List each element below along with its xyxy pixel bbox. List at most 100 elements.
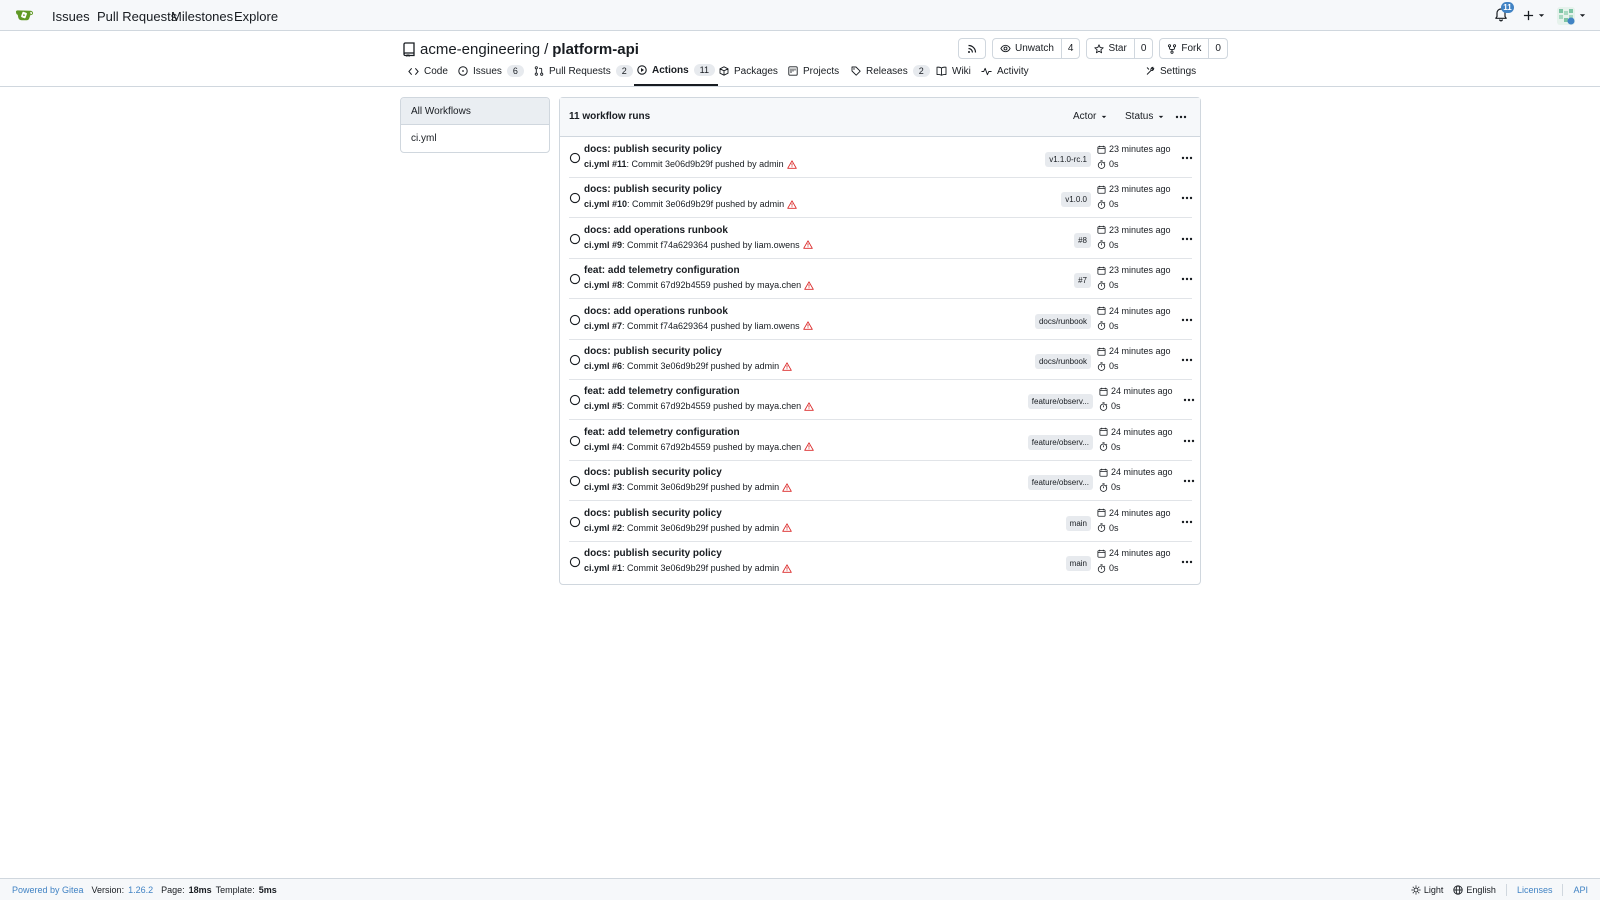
run-branch-badge[interactable]: docs/runbook (1034, 354, 1091, 369)
run-title-link[interactable]: docs: publish security policy (584, 467, 722, 478)
actor-filter-dropdown[interactable]: Actor (1073, 111, 1107, 122)
licenses-link[interactable]: Licenses (1517, 885, 1553, 895)
run-title-link[interactable]: feat: add telemetry configuration (584, 427, 740, 438)
kebab-horizontal-icon (1183, 439, 1195, 442)
package-icon (719, 66, 729, 76)
footer-right: Light English Licenses API (1411, 884, 1588, 896)
tab-wiki[interactable]: Wiki (933, 56, 974, 86)
tab-pull-requests[interactable]: Pull Requests 2 (531, 56, 636, 86)
status-waiting-icon (569, 152, 581, 164)
run-title-link[interactable]: docs: publish security policy (584, 144, 722, 155)
notifications-button[interactable]: 11 (1493, 1, 1514, 25)
theme-switcher[interactable]: Light (1411, 885, 1443, 895)
run-branch-badge[interactable]: feature/observ... (1027, 394, 1093, 410)
run-more-button[interactable] (1177, 555, 1197, 569)
run-branch-badge[interactable]: main (1065, 556, 1091, 571)
nav-explore-link[interactable]: Explore (234, 9, 278, 24)
status-filter-dropdown[interactable]: Status (1125, 111, 1164, 122)
version-label: Version: (91, 885, 125, 895)
nav-milestones-link[interactable]: Milestones (171, 9, 233, 24)
run-time-label: 23 minutes ago (1109, 144, 1171, 154)
nav-issues-link[interactable]: Issues (52, 9, 90, 24)
chevron-down-icon (1102, 115, 1107, 118)
run-more-button[interactable] (1177, 515, 1197, 529)
run-title-link[interactable]: docs: publish security policy (584, 346, 722, 357)
kebab-horizontal-icon (1183, 479, 1195, 483)
run-duration-label: 0s (1109, 159, 1119, 169)
stopwatch-icon (1097, 281, 1106, 290)
run-branch-badge[interactable]: feature/observ... (1027, 434, 1093, 450)
workflow-run-row: docs: publish security policy ci.yml #6: … (569, 340, 1193, 380)
run-title-link[interactable]: docs: add operations runbook (584, 225, 728, 236)
run-title-link[interactable]: feat: add telemetry configuration (584, 386, 740, 397)
calendar-icon (1097, 347, 1106, 356)
run-more-button[interactable] (1177, 313, 1197, 327)
tab-projects[interactable]: Projects (785, 56, 842, 86)
tab-issues[interactable]: Issues 6 (455, 56, 527, 86)
nav-pull-requests-link[interactable]: Pull Requests (97, 9, 177, 24)
tools-icon (1146, 66, 1155, 75)
run-title-link[interactable]: docs: publish security policy (584, 548, 722, 559)
run-meta: ci.yml #1: Commit 3e06d9b29f pushed by a… (584, 563, 792, 573)
run-more-button[interactable] (1177, 191, 1197, 205)
tab-actions[interactable]: Actions 11 (634, 56, 719, 86)
user-menu-button[interactable] (1557, 6, 1586, 25)
calendar-icon (1099, 468, 1108, 477)
run-time: 24 minutes ago (1099, 467, 1173, 477)
run-more-button[interactable] (1177, 272, 1197, 286)
kebab-horizontal-icon (1175, 115, 1187, 119)
run-title-link[interactable]: docs: publish security policy (584, 508, 722, 519)
run-branch-badge[interactable]: v1.1.0-rc.1 (1045, 152, 1091, 167)
run-branch-badge[interactable]: #7 (1074, 273, 1091, 289)
workflow-run-row: feat: add telemetry configuration ci.yml … (569, 380, 1195, 421)
warning-icon (804, 281, 814, 290)
language-label: English (1466, 885, 1496, 895)
run-more-button[interactable] (1177, 353, 1197, 367)
stopwatch-icon (1097, 563, 1106, 573)
tab-code[interactable]: Code (405, 56, 451, 86)
tab-activity[interactable]: Activity (978, 56, 1032, 86)
sidebar-item-all-workflows[interactable]: All Workflows (401, 98, 549, 125)
tab-packages[interactable]: Packages (716, 56, 781, 86)
run-title-link[interactable]: docs: publish security policy (584, 184, 722, 195)
run-time: 24 minutes ago (1097, 508, 1171, 518)
run-branch-badge[interactable]: docs/runbook (1034, 313, 1091, 329)
run-more-button[interactable] (1179, 474, 1199, 488)
run-more-button[interactable] (1177, 232, 1197, 246)
run-more-button[interactable] (1179, 434, 1199, 448)
run-time-label: 24 minutes ago (1109, 548, 1171, 558)
gitea-logo-icon[interactable] (15, 6, 34, 25)
warning-icon (782, 483, 792, 492)
run-duration: 0s (1099, 482, 1121, 492)
runs-more-button[interactable] (1171, 110, 1191, 124)
api-link[interactable]: API (1573, 885, 1588, 895)
run-branch-badge[interactable]: #8 (1074, 232, 1091, 248)
tab-settings[interactable]: Settings (1142, 56, 1199, 86)
run-branch-badge[interactable]: feature/observ... (1027, 475, 1093, 491)
tab-actions-count: 11 (693, 64, 716, 76)
powered-by-link[interactable]: Powered by Gitea (12, 885, 84, 895)
run-time-label: 23 minutes ago (1109, 265, 1171, 276)
run-duration-label: 0s (1111, 441, 1121, 452)
run-time: 23 minutes ago (1097, 225, 1171, 235)
tab-releases[interactable]: Releases 2 (848, 56, 933, 86)
tab-settings-label: Settings (1160, 65, 1197, 77)
unwatch-label: Unwatch (1015, 43, 1054, 54)
run-branch-badge[interactable]: main (1065, 515, 1091, 531)
stopwatch-icon (1099, 402, 1108, 411)
run-duration: 0s (1097, 321, 1119, 331)
chevron-down-icon (1538, 14, 1545, 17)
run-more-button[interactable] (1177, 151, 1197, 165)
language-switcher[interactable]: English (1453, 885, 1496, 895)
run-branch-badge[interactable]: v1.0.0 (1061, 192, 1091, 208)
run-more-button[interactable] (1179, 393, 1199, 407)
version-link[interactable]: 1.26.2 (128, 885, 153, 895)
create-menu-button[interactable] (1523, 10, 1545, 21)
workflow-run-row: docs: publish security policy ci.yml #11:… (569, 138, 1193, 178)
run-title-link[interactable]: feat: add telemetry configuration (584, 265, 740, 276)
star-icon (1094, 43, 1105, 53)
run-title-link[interactable]: docs: add operations runbook (584, 306, 728, 317)
stopwatch-icon (1097, 321, 1106, 330)
tab-wiki-label: Wiki (952, 65, 971, 77)
sidebar-item-ci-yml[interactable]: ci.yml (401, 125, 549, 152)
